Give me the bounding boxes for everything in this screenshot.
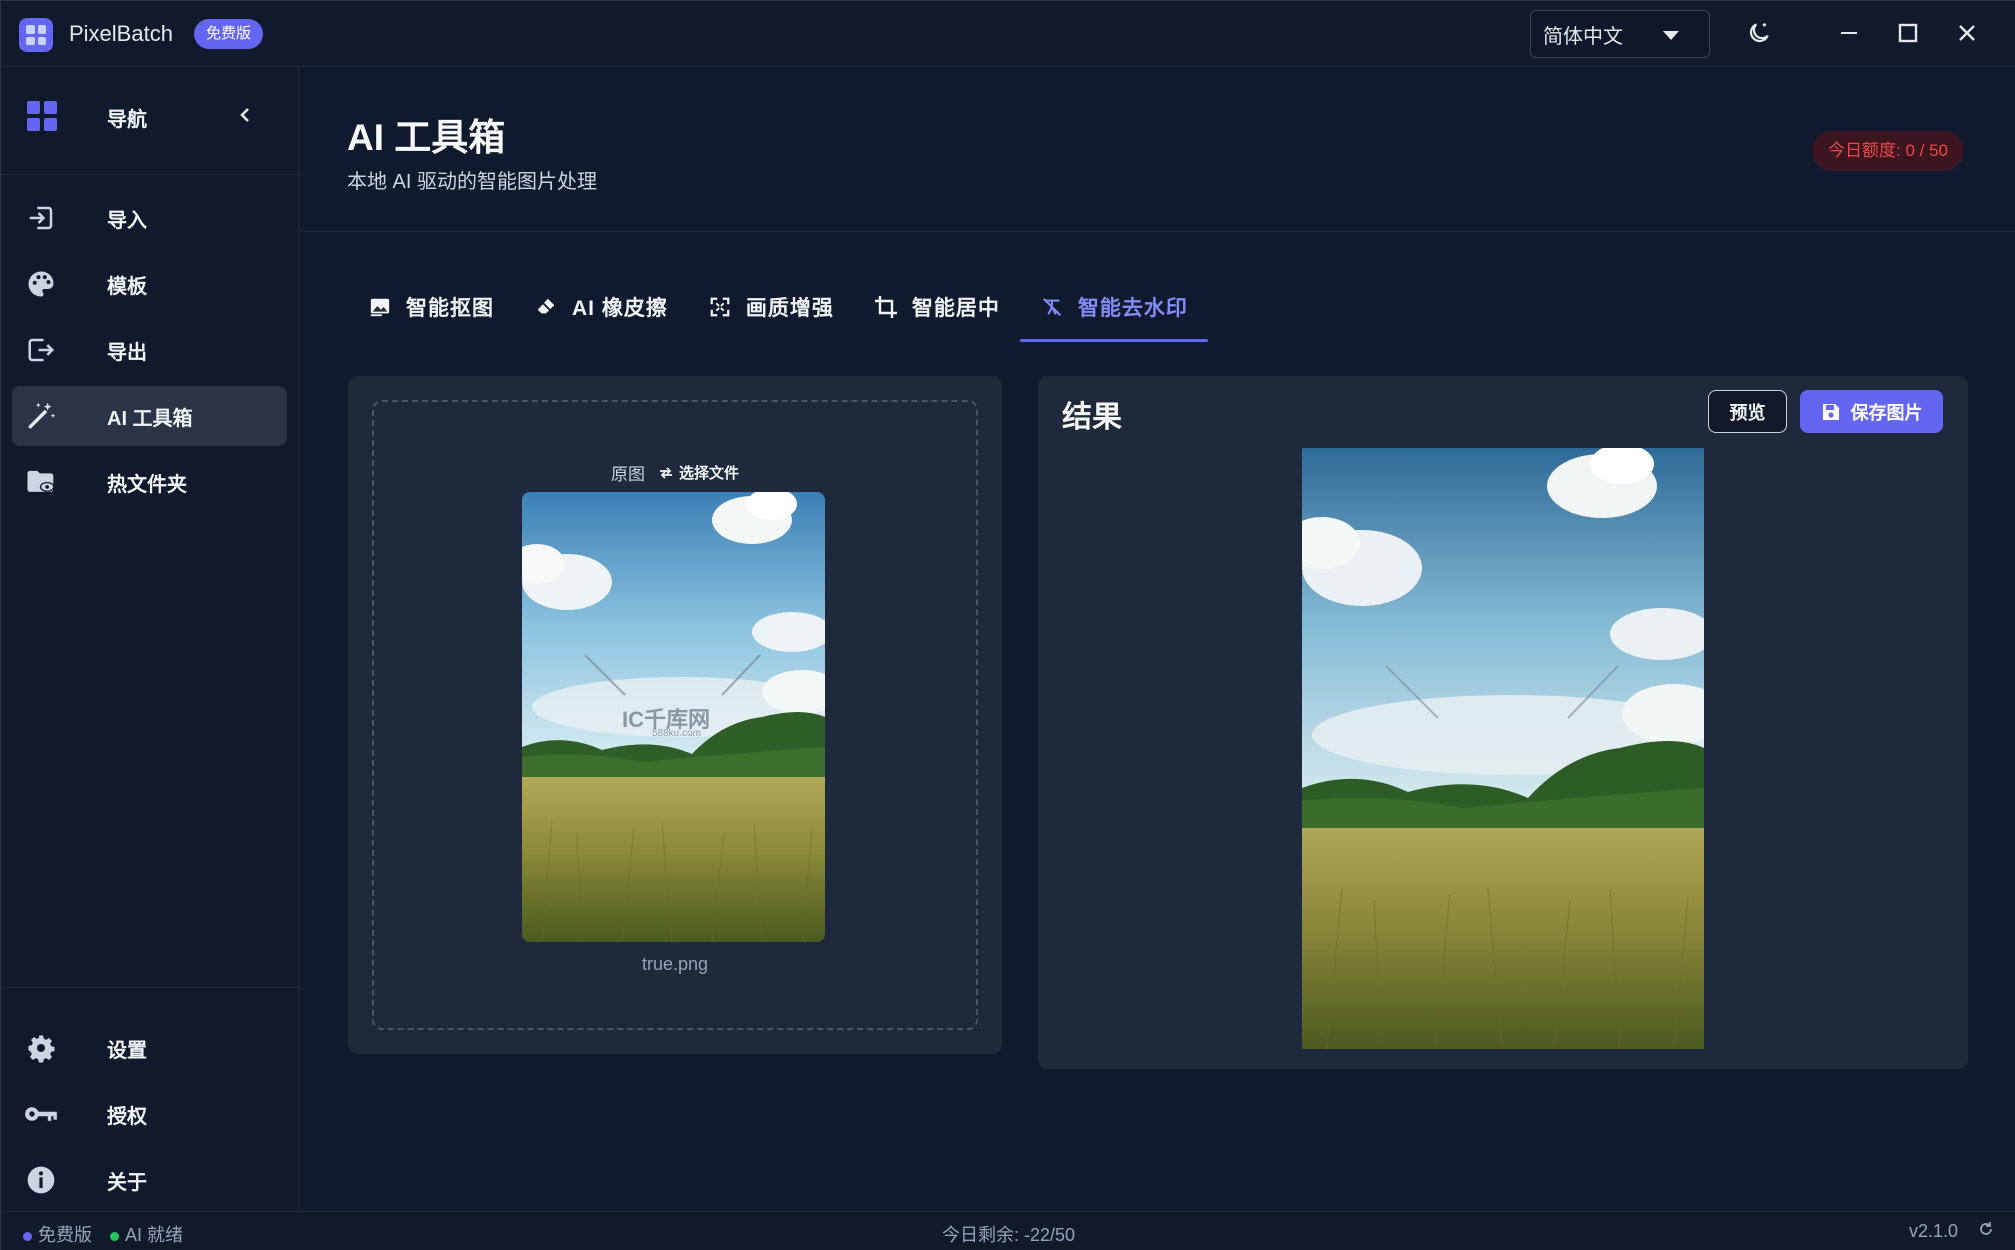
select-file-button[interactable]: 选择文件: [659, 462, 739, 483]
source-label: 原图: [610, 465, 645, 484]
sidebar-item-license[interactable]: 授权: [12, 1084, 287, 1144]
info-icon: [24, 1164, 58, 1196]
import-icon: [24, 202, 58, 234]
folder-eye-icon: [24, 466, 58, 498]
version-label: v2.1.0: [1908, 1221, 1958, 1241]
status-bar: 今日剩余: -22/50 免费版 AI 就绪 v2.1.0: [1, 1211, 2015, 1250]
tab-label: 画质增强: [745, 297, 834, 320]
tool-tabs: 智能抠图 AI 橡皮擦 画质增强 智能居中 智能去水印: [348, 272, 1208, 342]
tab-remove-watermark[interactable]: 智能去水印: [1019, 272, 1208, 342]
tab-ai-eraser[interactable]: AI 橡皮擦: [514, 272, 688, 342]
image-cutout-icon: [368, 295, 392, 319]
sidebar-item-import[interactable]: 导入: [12, 188, 287, 248]
plan-badge: 免费版: [194, 19, 264, 49]
save-icon: [1822, 403, 1839, 420]
sidebar-item-label: 模板: [107, 275, 147, 298]
sidebar-item-hot-folder[interactable]: 热文件夹: [12, 452, 287, 512]
file-name: true.png: [641, 954, 709, 974]
gear-icon: [24, 1032, 58, 1064]
chevron-down-icon: [1663, 31, 1679, 40]
ai-status: AI 就绪: [110, 1221, 183, 1247]
close-icon[interactable]: [1949, 15, 1985, 51]
preview-button[interactable]: 预览: [1708, 390, 1787, 433]
collapse-sidebar-icon[interactable]: [235, 103, 255, 127]
dashboard-icon: [27, 101, 57, 131]
sidebar-header: 导航: [1, 67, 299, 175]
ai-status-label: AI 就绪: [125, 1225, 184, 1245]
tab-smart-cutout[interactable]: 智能抠图: [348, 272, 514, 342]
status-right: v2.1.0: [1909, 1221, 1994, 1242]
result-title: 结果: [1062, 401, 1122, 434]
watermark-subtext: 588ku.com: [652, 728, 701, 739]
app-window: PixelBatch 免费版 简体中文 导航 导入 模板 导出 AI 工具箱 热…: [0, 0, 2015, 1250]
plan-status: 免费版: [23, 1221, 92, 1247]
sidebar-divider: [1, 987, 299, 988]
sidebar-item-ai-toolbox[interactable]: AI 工具箱: [12, 386, 287, 446]
sidebar-item-label: 授权: [107, 1105, 147, 1128]
tab-label: 智能抠图: [406, 297, 494, 320]
export-icon: [24, 334, 58, 366]
plan-status-label: 免费版: [38, 1225, 92, 1245]
daily-quota-badge: 今日额度: 0 / 50: [1812, 131, 1964, 171]
image-dropzone[interactable]: 原图 选择文件 IC千库网 588ku.com true.png: [372, 400, 978, 1030]
minimize-icon[interactable]: [1831, 15, 1867, 51]
save-image-label: 保存图片: [1850, 402, 1923, 423]
sidebar: 导航 导入 模板 导出 AI 工具箱 热文件夹 设置 授权 关于: [1, 67, 299, 1211]
tab-label: AI 橡皮擦: [572, 297, 668, 320]
refresh-icon[interactable]: [1978, 1221, 1994, 1242]
app-logo-icon: [19, 18, 53, 52]
source-panel: 原图 选择文件 IC千库网 588ku.com true.png: [348, 376, 1002, 1054]
key-icon: [24, 1098, 58, 1130]
sidebar-item-templates[interactable]: 模板: [12, 254, 287, 314]
enhance-icon: [708, 295, 732, 319]
remaining-quota: 今日剩余: -22/50: [941, 1225, 1076, 1245]
remove-watermark-icon: [1040, 295, 1064, 319]
nav-title: 导航: [107, 109, 147, 131]
magic-wand-icon: [24, 400, 58, 432]
plan-dot-icon: [23, 1231, 32, 1241]
page-subtitle: 本地 AI 驱动的智能图片处理: [347, 171, 598, 193]
header-divider: [300, 231, 2015, 232]
swap-icon: [659, 466, 672, 479]
sidebar-item-label: 导出: [107, 341, 147, 364]
palette-icon: [24, 268, 58, 300]
sidebar-item-export[interactable]: 导出: [12, 320, 287, 380]
sidebar-item-label: 导入: [107, 209, 147, 232]
sidebar-item-label: 关于: [107, 1171, 147, 1194]
page-title: AI 工具箱: [347, 117, 506, 158]
status-left: 免费版 AI 就绪: [23, 1221, 183, 1247]
source-header: 原图 选择文件: [374, 460, 976, 485]
maximize-icon[interactable]: [1890, 15, 1926, 51]
app-name: PixelBatch: [69, 21, 173, 46]
language-select-value: 简体中文: [1543, 25, 1623, 48]
result-panel: 结果 预览 保存图片: [1038, 376, 1968, 1069]
eraser-icon: [534, 295, 558, 319]
sidebar-item-label: 热文件夹: [107, 473, 187, 496]
sidebar-item-label: AI 工具箱: [107, 407, 193, 430]
ready-dot-icon: [110, 1231, 119, 1241]
tab-quality-enhance[interactable]: 画质增强: [688, 272, 854, 342]
tab-label: 智能居中: [911, 297, 1000, 320]
result-image: [1302, 448, 1704, 1049]
sidebar-item-label: 设置: [107, 1039, 147, 1062]
original-image: IC千库网 588ku.com: [522, 492, 825, 942]
main-content: AI 工具箱 本地 AI 驱动的智能图片处理 今日额度: 0 / 50 智能抠图…: [300, 67, 2015, 1211]
sidebar-item-settings[interactable]: 设置: [12, 1018, 287, 1078]
tab-smart-center[interactable]: 智能居中: [854, 272, 1020, 342]
save-image-button[interactable]: 保存图片: [1800, 390, 1943, 433]
title-bar: PixelBatch 免费版 简体中文: [1, 1, 2015, 67]
language-select[interactable]: 简体中文: [1530, 10, 1710, 58]
select-file-label: 选择文件: [678, 465, 739, 482]
sidebar-item-about[interactable]: 关于: [12, 1150, 287, 1210]
tab-label: 智能去水印: [1077, 297, 1188, 320]
theme-toggle-icon[interactable]: [1741, 15, 1777, 51]
crop-icon: [874, 295, 898, 319]
